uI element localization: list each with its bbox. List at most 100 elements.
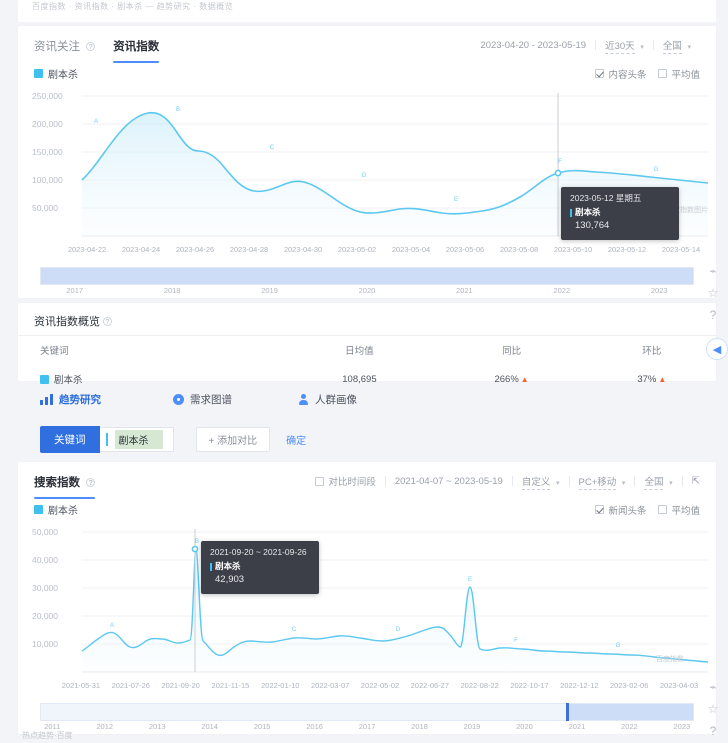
search-ytick-40000: 40,000 bbox=[32, 555, 58, 565]
search-date-range[interactable]: 2021-04-07 ~ 2023-05-19 bbox=[386, 476, 512, 487]
checkbox-compare-period[interactable]: 对比时间段 bbox=[306, 474, 385, 488]
news-xtick: 2023-05-06 bbox=[438, 245, 492, 254]
search-xtick: 2022-03-07 bbox=[305, 681, 355, 690]
tooltip-value: 130,764 bbox=[570, 220, 670, 233]
search-xtick: 2022-08-22 bbox=[455, 681, 505, 690]
news-year-tick: 2022 bbox=[513, 286, 610, 295]
feedback-icon[interactable]: ◀ bbox=[706, 338, 728, 360]
help-icon[interactable]: ? bbox=[86, 478, 95, 487]
news-xtick: 2023-05-02 bbox=[330, 245, 384, 254]
checkbox-average[interactable]: 平均值 bbox=[658, 67, 700, 81]
news-ytick-50000: 50,000 bbox=[32, 203, 58, 213]
news-xtick: 2023-05-04 bbox=[384, 245, 438, 254]
chevron-down-icon: ▾ bbox=[622, 480, 626, 487]
checkbox-media-headline[interactable]: 内容头条 bbox=[595, 67, 646, 81]
search-range-preset[interactable]: 自定义 ▾ bbox=[513, 474, 569, 488]
nav-tab-demand-graph[interactable]: 需求图谱 bbox=[173, 392, 232, 407]
search-region-select[interactable]: 全国 ▾ bbox=[635, 474, 681, 488]
checkbox-average[interactable]: 平均值 bbox=[658, 503, 700, 517]
news-date-range[interactable]: 2023-04-20 - 2023-05-19 bbox=[471, 40, 595, 51]
tooltip-color-bar bbox=[570, 209, 572, 217]
search-slider-selection[interactable] bbox=[566, 704, 693, 720]
marker-f: F bbox=[558, 159, 562, 165]
marker-c: C bbox=[270, 145, 275, 151]
legend-swatch bbox=[34, 505, 43, 514]
news-year-tick: 2018 bbox=[123, 286, 220, 295]
news-index-plot[interactable]: A B C D E F G 250,000 200,000 150,000 10… bbox=[26, 85, 708, 243]
search-chart-tooltip: 2021-09-20 ~ 2021-09-26 剧本杀 42,903 bbox=[201, 541, 319, 594]
search-ytick-50000: 50,000 bbox=[32, 527, 58, 537]
checkbox-news-headline[interactable]: 新闻头条 bbox=[595, 503, 646, 517]
chevron-down-icon: ▾ bbox=[669, 480, 673, 487]
checkbox-media-headline-label: 内容头条 bbox=[608, 67, 646, 81]
checkbox-compare-period-label: 对比时间段 bbox=[328, 474, 376, 488]
search-index-svg: A B C D E F G bbox=[26, 521, 708, 679]
trend-icon bbox=[40, 394, 53, 405]
search-device-select[interactable]: PC+移动 ▾ bbox=[570, 474, 635, 488]
search-index-card: 搜索指数 ? 对比时间段 2021-04-07 ~ 2023-05-19 自定义… bbox=[18, 462, 716, 734]
search-ytick-10000: 10,000 bbox=[32, 639, 58, 649]
add-comparison-button[interactable]: + 添加对比 bbox=[196, 427, 271, 452]
share-icon[interactable]: ⌁ bbox=[702, 676, 724, 698]
search-year-tick: 2022 bbox=[603, 722, 655, 731]
nav-tab-audience-label: 人群画像 bbox=[315, 392, 357, 407]
news-legend-options: 内容头条 平均值 bbox=[595, 67, 700, 81]
nav-tab-trend[interactable]: 趋势研究 bbox=[40, 392, 101, 407]
news-year-tick: 2021 bbox=[416, 286, 513, 295]
news-index-card: 资讯关注 ? 资讯指数 2023-04-20 - 2023-05-19 近30天… bbox=[18, 26, 716, 298]
news-xtick: 2023-05-08 bbox=[492, 245, 546, 254]
confirm-button[interactable]: 确定 bbox=[286, 432, 306, 447]
search-ytick-30000: 30,000 bbox=[32, 583, 58, 593]
news-legend[interactable]: 剧本杀 bbox=[34, 66, 78, 81]
checkbox-average-label: 平均值 bbox=[671, 503, 700, 517]
search-year-slider[interactable]: 2011 2012 2013 2014 2015 2016 2017 2018 … bbox=[26, 703, 708, 733]
search-xtick: 2022-10-17 bbox=[505, 681, 555, 690]
help-icon[interactable]: ? bbox=[702, 304, 724, 326]
news-slider-selection[interactable] bbox=[41, 268, 693, 284]
news-xtick: 2023-04-26 bbox=[168, 245, 222, 254]
news-ytick-100000: 100,000 bbox=[32, 175, 63, 185]
help-icon[interactable]: ? bbox=[103, 317, 112, 326]
marker-e: E bbox=[468, 577, 472, 583]
checkbox-news-headline-label: 新闻头条 bbox=[608, 503, 646, 517]
marker-g: G bbox=[654, 167, 659, 173]
star-icon[interactable]: ☆ bbox=[702, 282, 724, 304]
help-icon[interactable]: ? bbox=[86, 42, 95, 51]
search-slider-handle[interactable] bbox=[566, 703, 569, 721]
keyword-button[interactable]: 关键词 bbox=[40, 426, 100, 453]
news-tabset: 资讯关注 ? 资讯指数 bbox=[34, 38, 159, 63]
tab-search-index-label: 搜索指数 bbox=[34, 477, 80, 489]
nav-tab-audience[interactable]: 人群画像 bbox=[298, 392, 357, 407]
tab-news-attention[interactable]: 资讯关注 ? bbox=[34, 38, 95, 63]
news-year-slider[interactable]: 2017 2018 2019 2020 2021 2022 2023 bbox=[26, 267, 708, 297]
page-root: 百度指数 · 资讯指数 · 剧本杀 — 趋势研究 · 数据概览 资讯关注 ? 资… bbox=[0, 0, 728, 743]
user-icon bbox=[298, 394, 309, 405]
checkbox-icon bbox=[658, 505, 667, 514]
star-icon[interactable]: ☆ bbox=[702, 698, 724, 720]
share-icon[interactable]: ⌁ bbox=[702, 260, 724, 282]
export-icon[interactable]: ⇱ bbox=[692, 476, 700, 487]
news-year-tick: 2020 bbox=[318, 286, 415, 295]
top-ghost-text: 百度指数 · 资讯指数 · 剧本杀 — 趋势研究 · 数据概览 bbox=[18, 0, 716, 13]
search-header-controls: 对比时间段 2021-04-07 ~ 2023-05-19 自定义 ▾ PC+移… bbox=[306, 474, 700, 488]
news-region-select[interactable]: 全国 ▾ bbox=[654, 38, 700, 52]
search-index-plot[interactable]: A B C D E F G 50,000 40,000 30,000 20,00… bbox=[26, 521, 708, 679]
search-legend[interactable]: 剧本杀 bbox=[34, 502, 78, 517]
checkbox-icon bbox=[658, 69, 667, 78]
news-x-axis-labels: 2023-04-22 2023-04-24 2023-04-26 2023-04… bbox=[60, 245, 708, 254]
news-range-preset[interactable]: 近30天 ▾ bbox=[596, 38, 653, 52]
search-tabset: 搜索指数 ? bbox=[34, 474, 95, 499]
checkbox-average-label: 平均值 bbox=[671, 67, 700, 81]
search-slider-track[interactable] bbox=[40, 703, 694, 721]
tab-search-index[interactable]: 搜索指数 ? bbox=[34, 474, 95, 499]
tab-news-index[interactable]: 资讯指数 bbox=[113, 38, 159, 63]
nav-tab-trend-label: 趋势研究 bbox=[59, 392, 101, 407]
news-xtick: 2023-04-24 bbox=[114, 245, 168, 254]
news-xtick: 2023-04-22 bbox=[60, 245, 114, 254]
keyword-chip[interactable]: 剧本杀 bbox=[100, 427, 174, 452]
help-icon[interactable]: ? bbox=[702, 720, 724, 742]
search-xtick: 2023-02-06 bbox=[604, 681, 654, 690]
search-year-tick: 2017 bbox=[341, 722, 393, 731]
news-slider-track[interactable] bbox=[40, 267, 694, 285]
tooltip-keyword: 剧本杀 bbox=[570, 207, 670, 218]
